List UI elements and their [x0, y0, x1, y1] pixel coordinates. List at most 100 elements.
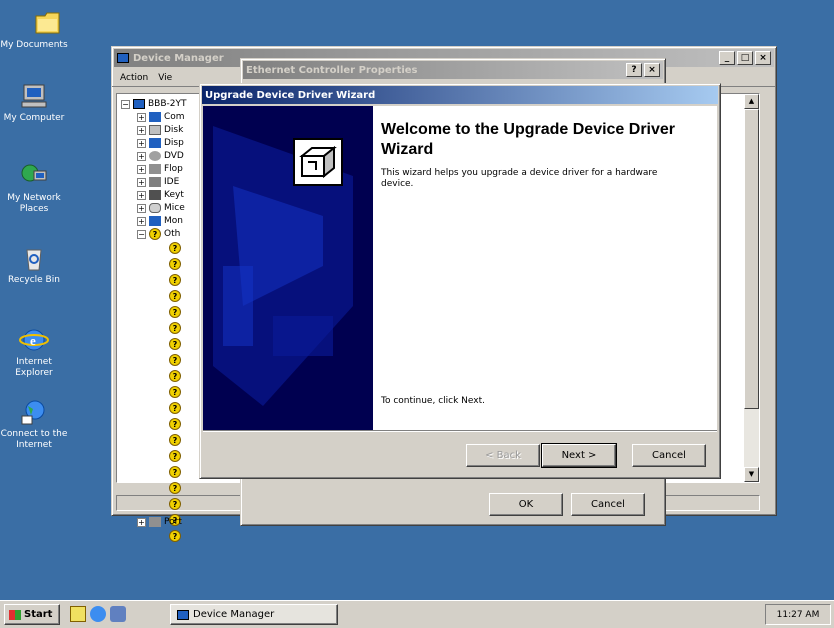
scroll-up-button[interactable]: ▲ — [744, 94, 759, 109]
unknown-device-icon[interactable]: ? — [169, 290, 181, 302]
unknown-device-icon[interactable]: ? — [169, 242, 181, 254]
collapse-icon[interactable]: − — [137, 229, 146, 239]
desktop-icon-recycle-bin[interactable]: Recycle Bin — [0, 244, 72, 286]
tree-item[interactable]: + Disp — [137, 137, 184, 149]
close-button[interactable]: × — [644, 63, 660, 77]
wizard-description: This wizard helps you upgrade a device d… — [381, 168, 658, 189]
tree-root[interactable]: − BBB-2YT — [121, 98, 187, 110]
tree-item[interactable]: + Com — [137, 111, 185, 123]
desktop-icon-internet-explorer[interactable]: e Internet Explorer — [0, 326, 72, 379]
wizard-titlebar[interactable]: Upgrade Device Driver Wizard — [202, 86, 718, 104]
device-manager-title: Device Manager — [133, 52, 224, 64]
unknown-device-icon: ? — [149, 228, 161, 240]
taskbar-item-device-manager[interactable]: Device Manager — [170, 604, 338, 625]
scroll-thumb[interactable] — [744, 109, 759, 409]
unknown-device-icon[interactable]: ? — [169, 306, 181, 318]
expand-icon[interactable]: + — [137, 517, 146, 527]
tree-item-ports[interactable]: + Port — [137, 516, 182, 528]
help-button[interactable]: ? — [626, 63, 642, 77]
expand-icon[interactable]: + — [137, 125, 146, 135]
maximize-button[interactable]: □ — [737, 51, 753, 65]
tree-item-label: Keyt — [164, 190, 184, 200]
tree-item[interactable]: + Disk — [137, 124, 183, 136]
cancel-button[interactable]: Cancel — [571, 493, 645, 516]
ok-button[interactable]: OK — [489, 493, 563, 516]
expand-icon[interactable]: + — [137, 203, 146, 213]
desktop-icon-label: My Documents — [0, 40, 68, 50]
computer-icon — [133, 99, 145, 109]
expand-icon[interactable]: + — [137, 177, 146, 187]
next-button[interactable]: Next > — [541, 443, 617, 468]
unknown-device-icon[interactable]: ? — [169, 322, 181, 334]
display-icon — [149, 138, 161, 148]
tree-item[interactable]: + Mon — [137, 215, 183, 227]
unknown-device-icon[interactable]: ? — [169, 338, 181, 350]
scroll-down-button[interactable]: ▼ — [744, 467, 759, 482]
desktop-icon-my-computer[interactable]: My Computer — [0, 82, 72, 124]
tree-item[interactable]: + Keyt — [137, 189, 184, 201]
unknown-device-icon[interactable]: ? — [169, 370, 181, 382]
menu-view[interactable]: Vie — [158, 73, 172, 83]
unknown-device-icon[interactable]: ? — [169, 354, 181, 366]
network-icon — [19, 162, 49, 190]
device-manager-icon — [177, 609, 189, 620]
desktop-icon-label: Internet Explorer — [15, 357, 53, 378]
properties-titlebar[interactable]: Ethernet Controller Properties ? × — [243, 61, 663, 79]
clock[interactable]: 11:27 AM — [777, 610, 820, 620]
start-label: Start — [24, 609, 53, 620]
unknown-device-icon[interactable]: ? — [169, 402, 181, 414]
expand-icon[interactable]: + — [137, 190, 146, 200]
tree-item-other-devices[interactable]: −? Oth — [137, 228, 180, 240]
taskbar-item-label: Device Manager — [193, 609, 275, 620]
desktop-icon-connect-to-internet[interactable]: Connect to the Internet — [0, 398, 72, 451]
tree-item-label: Flop — [164, 164, 183, 174]
expand-icon[interactable]: + — [137, 112, 146, 122]
unknown-device-icon[interactable]: ? — [169, 274, 181, 286]
expand-icon[interactable]: + — [137, 164, 146, 174]
unknown-device-icon[interactable]: ? — [169, 386, 181, 398]
mouse-icon — [149, 203, 161, 213]
unknown-device-icon[interactable]: ? — [169, 466, 181, 478]
tree-item[interactable]: + Flop — [137, 163, 183, 175]
close-button[interactable]: × — [755, 51, 771, 65]
computer-icon — [19, 82, 49, 110]
vertical-scrollbar[interactable]: ▲ ▼ — [744, 94, 759, 482]
unknown-device-icon[interactable]: ? — [169, 530, 181, 542]
wizard-window[interactable]: Upgrade Device Driver Wizard Welcome to … — [199, 83, 721, 479]
tree-item[interactable]: + IDE — [137, 176, 179, 188]
outlook-icon[interactable] — [110, 606, 126, 622]
unknown-device-icon[interactable]: ? — [169, 418, 181, 430]
back-button[interactable]: < Back — [466, 444, 540, 467]
expand-icon[interactable]: + — [137, 216, 146, 226]
properties-title: Ethernet Controller Properties — [246, 64, 418, 76]
unknown-device-icon[interactable]: ? — [169, 434, 181, 446]
cancel-button[interactable]: Cancel — [632, 444, 706, 467]
tree-item[interactable]: + Mice — [137, 202, 185, 214]
show-desktop-icon[interactable] — [70, 606, 86, 622]
desktop-icon-label: My Computer — [3, 113, 65, 123]
svg-text:e: e — [30, 333, 36, 348]
expand-icon[interactable]: + — [137, 138, 146, 148]
collapse-icon[interactable]: − — [121, 99, 130, 109]
wizard-title: Upgrade Device Driver Wizard — [205, 89, 376, 101]
desktop-icon-my-network-places[interactable]: My Network Places — [0, 162, 72, 215]
tree-item-label: Disp — [164, 138, 184, 148]
windows-logo-icon — [9, 609, 21, 620]
wizard-banner — [203, 106, 373, 430]
desktop-icon-folder[interactable] — [10, 8, 86, 39]
expand-icon[interactable]: + — [137, 151, 146, 161]
folder-icon — [33, 8, 63, 36]
monitor-icon — [149, 216, 161, 226]
tree-item-label: Disk — [164, 125, 184, 135]
menu-action[interactable]: Action — [120, 73, 148, 83]
start-button[interactable]: Start — [4, 604, 60, 625]
unknown-device-icon[interactable]: ? — [169, 482, 181, 494]
tree-item[interactable]: + DVD — [137, 150, 184, 162]
quick-launch — [70, 606, 126, 622]
desktop-icon-my-documents[interactable]: My Documents — [0, 40, 72, 51]
minimize-button[interactable]: _ — [719, 51, 735, 65]
unknown-device-icon[interactable]: ? — [169, 258, 181, 270]
taskbar: Start Device Manager 11:27 AM — [0, 600, 834, 628]
unknown-device-icon[interactable]: ? — [169, 450, 181, 462]
ie-icon[interactable] — [90, 606, 106, 622]
